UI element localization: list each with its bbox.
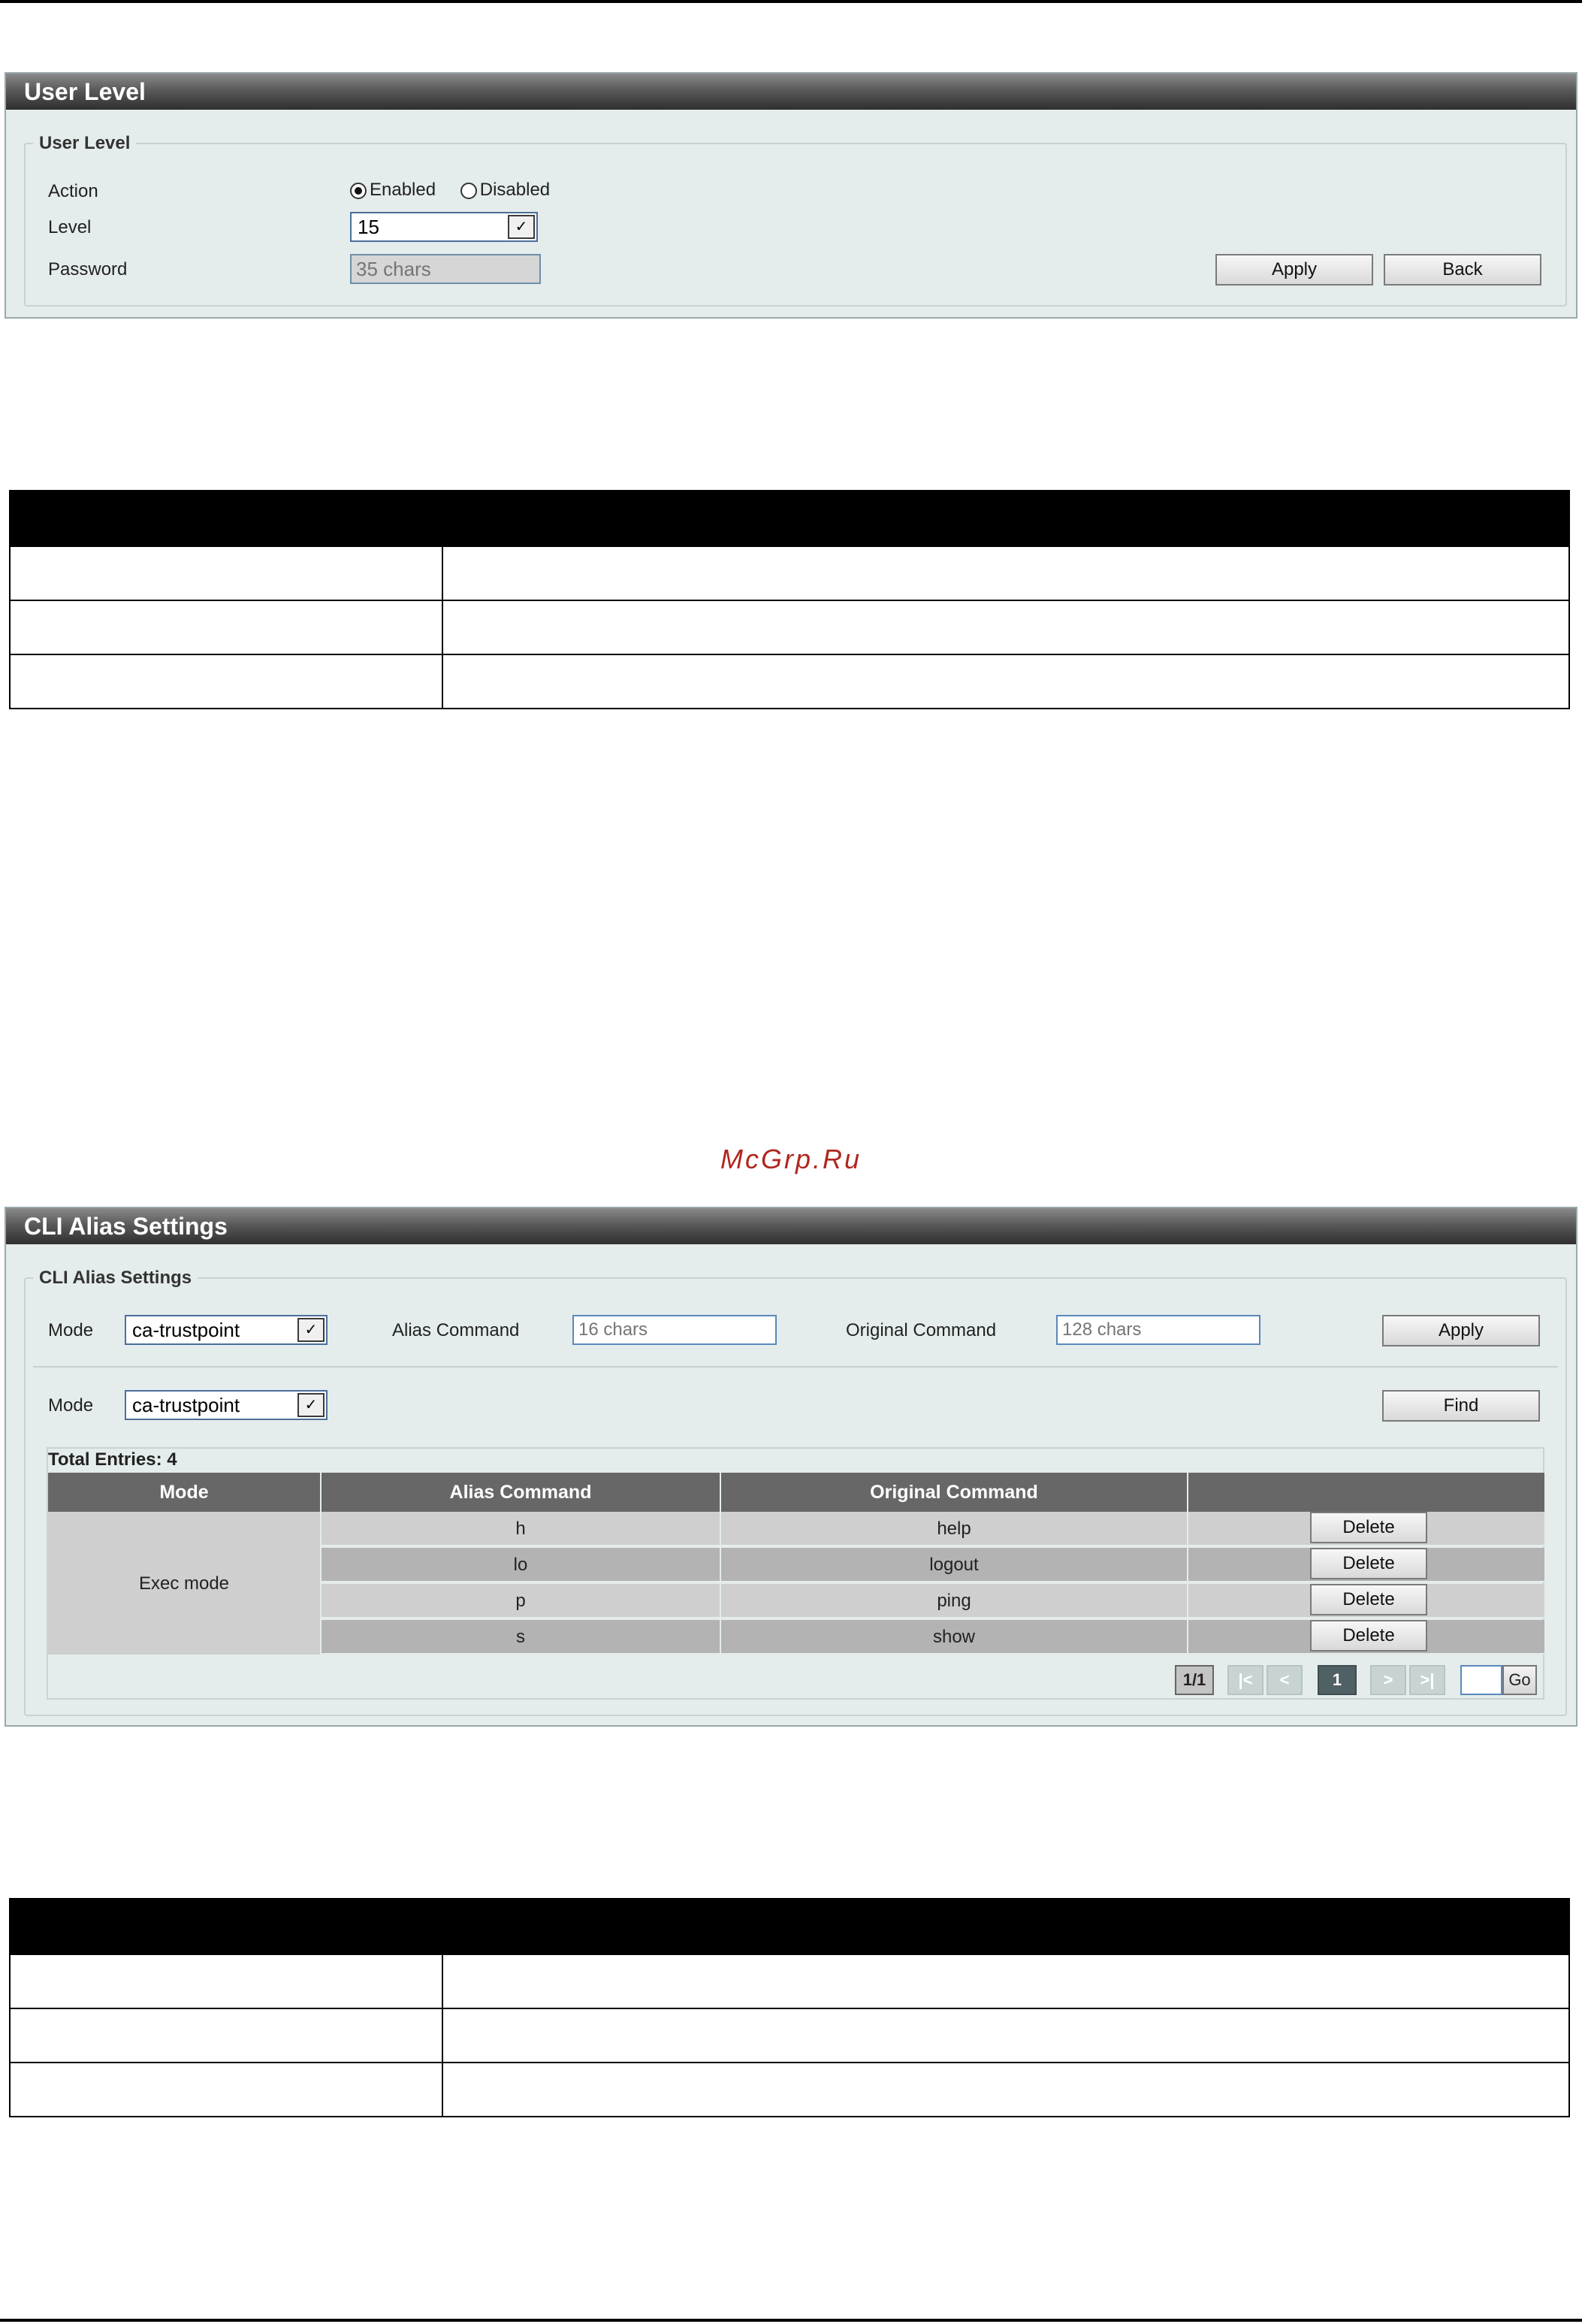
- mode-group-cell: Exec mode: [48, 1512, 322, 1656]
- total-entries: Total Entries: 4: [48, 1449, 177, 1470]
- delete-button[interactable]: Delete: [1310, 1548, 1427, 1579]
- chevron-down-icon[interactable]: ✓: [297, 1318, 325, 1342]
- table-header: [11, 491, 1568, 545]
- pagination: 1/1 |< < 1 > >| Go: [1175, 1665, 1543, 1695]
- alias-command-label: Alias Command: [392, 1320, 520, 1340]
- prev-page-button[interactable]: <: [1267, 1665, 1303, 1695]
- alias-table-header: Mode Alias Command Original Command: [48, 1473, 1544, 1512]
- action-radio-group: Enabled Disabled: [350, 179, 550, 201]
- action-cell: Delete: [1188, 1620, 1544, 1655]
- current-page-button[interactable]: 1: [1318, 1665, 1357, 1695]
- original-cell: ping: [721, 1584, 1188, 1618]
- apply-button[interactable]: Apply: [1215, 254, 1373, 286]
- enabled-label: Enabled: [370, 180, 436, 200]
- user-level-legend: User Level: [33, 132, 137, 155]
- original-cell: show: [721, 1620, 1188, 1655]
- action-label: Action: [48, 181, 98, 201]
- table-row: [11, 654, 1568, 708]
- page-info: 1/1: [1175, 1665, 1214, 1695]
- alias-cell: s: [322, 1620, 721, 1655]
- original-cell: help: [721, 1512, 1188, 1546]
- delete-button[interactable]: Delete: [1310, 1620, 1427, 1652]
- table-row: [11, 600, 1568, 654]
- level-select-value: 15: [358, 216, 379, 238]
- go-button[interactable]: Go: [1502, 1665, 1537, 1695]
- column-header-mode: Mode: [48, 1473, 322, 1512]
- table-row: [11, 1954, 1568, 2008]
- password-input[interactable]: [350, 254, 541, 284]
- original-command-label: Original Command: [846, 1320, 997, 1340]
- delete-button[interactable]: Delete: [1310, 1584, 1427, 1615]
- alias-cell: p: [322, 1584, 721, 1618]
- find-mode-label: Mode: [48, 1395, 94, 1416]
- alias-command-input[interactable]: [572, 1315, 777, 1345]
- column-header-original: Original Command: [721, 1473, 1188, 1512]
- bottom-rule: [0, 2319, 1582, 2322]
- chevron-down-icon[interactable]: ✓: [508, 215, 535, 239]
- table-cell: [11, 601, 443, 654]
- radio-checked-icon: [350, 182, 367, 199]
- alias-table-body: Exec mode h help Delete lo logout Delete…: [48, 1512, 1544, 1658]
- table-cell: [11, 547, 443, 600]
- cli-alias-legend: CLI Alias Settings: [33, 1267, 198, 1289]
- find-button[interactable]: Find: [1382, 1390, 1540, 1422]
- cli-alias-panel: CLI Alias Settings CLI Alias Settings Mo…: [5, 1207, 1577, 1727]
- cli-alias-title: CLI Alias Settings: [6, 1208, 1576, 1244]
- parameter-table-2: [9, 1898, 1570, 2117]
- column-header-alias: Alias Command: [322, 1473, 721, 1512]
- action-cell: Delete: [1188, 1548, 1544, 1582]
- table-cell: [11, 1955, 443, 2008]
- alias-cell: lo: [322, 1548, 721, 1582]
- alias-cell: h: [322, 1512, 721, 1546]
- chevron-down-icon[interactable]: ✓: [297, 1393, 325, 1417]
- next-page-button[interactable]: >: [1370, 1665, 1406, 1695]
- delete-button[interactable]: Delete: [1310, 1512, 1427, 1543]
- level-label: Level: [48, 217, 92, 237]
- table-cell: [11, 655, 443, 708]
- original-cell: logout: [721, 1548, 1188, 1582]
- table-header: [11, 1899, 1568, 1954]
- table-row: [11, 545, 1568, 600]
- disabled-label: Disabled: [479, 180, 551, 200]
- divider: [33, 1366, 1558, 1368]
- parameter-table-1: [9, 490, 1570, 709]
- table-row: [11, 2008, 1568, 2062]
- user-level-panel: User Level User Level Action Enabled Dis…: [5, 72, 1577, 319]
- action-cell: Delete: [1188, 1512, 1544, 1546]
- radio-unchecked-icon: [460, 182, 477, 199]
- column-header-action: [1188, 1473, 1544, 1512]
- mode-label: Mode: [48, 1320, 94, 1340]
- table-cell: [11, 2063, 443, 2116]
- alias-apply-button[interactable]: Apply: [1382, 1315, 1540, 1346]
- user-level-title: User Level: [6, 74, 1576, 110]
- first-page-button[interactable]: |<: [1227, 1665, 1263, 1695]
- mode-select-value: ca-trustpoint: [132, 1319, 240, 1341]
- mode-select[interactable]: ca-trustpoint ✓: [125, 1315, 328, 1345]
- enabled-radio[interactable]: Enabled: [350, 180, 436, 200]
- top-rule: [0, 0, 1582, 3]
- find-mode-select-value: ca-trustpoint: [132, 1394, 240, 1416]
- last-page-button[interactable]: >|: [1409, 1665, 1445, 1695]
- watermark: McGrp.Ru: [720, 1144, 862, 1174]
- original-command-input[interactable]: [1056, 1315, 1260, 1345]
- table-row: [11, 2062, 1568, 2116]
- back-button[interactable]: Back: [1384, 254, 1541, 286]
- action-cell: Delete: [1188, 1584, 1544, 1618]
- table-cell: [11, 2009, 443, 2062]
- find-mode-select[interactable]: ca-trustpoint ✓: [125, 1390, 328, 1420]
- page-number-input[interactable]: [1460, 1665, 1502, 1695]
- disabled-radio[interactable]: Disabled: [460, 180, 550, 200]
- password-label: Password: [48, 259, 128, 280]
- level-select[interactable]: 15 ✓: [350, 212, 538, 242]
